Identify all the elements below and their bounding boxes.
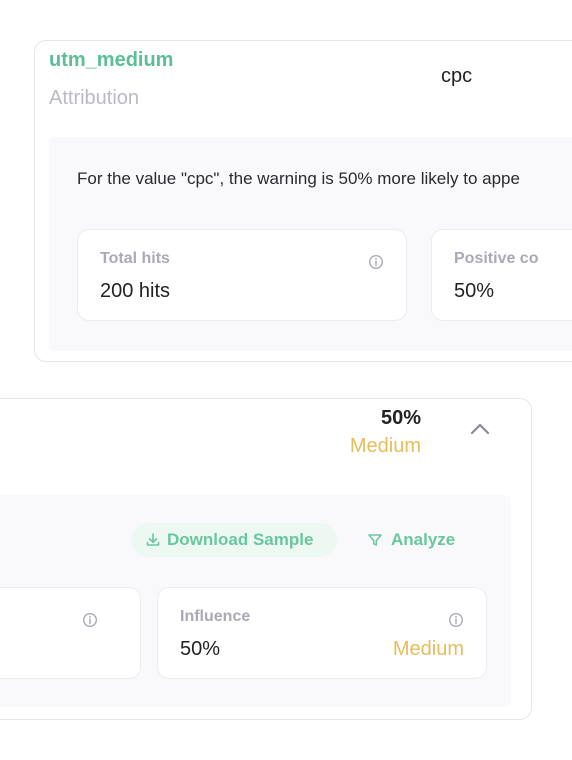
stat-value: 200 hits xyxy=(100,280,171,302)
influence-stat: Influence 50% Medium xyxy=(157,587,487,679)
total-hits-stat: Total hits 200 hits xyxy=(77,229,407,321)
positive-correlation-stat: Positive co 50% xyxy=(431,229,572,321)
field-value: cpc xyxy=(441,65,473,87)
info-icon[interactable] xyxy=(448,612,464,628)
info-icon[interactable] xyxy=(368,254,384,270)
download-sample-button[interactable]: Download Sample xyxy=(131,523,337,557)
level-label: Medium xyxy=(349,435,421,457)
details-panel: For the value "cpc", the warning is 50% … xyxy=(49,137,572,351)
percentage-value: 50% xyxy=(380,407,421,429)
stat-label: Positive co xyxy=(454,250,539,267)
left-stat-card xyxy=(0,587,141,679)
chevron-up-icon[interactable] xyxy=(468,421,492,437)
info-icon[interactable] xyxy=(82,612,98,628)
download-icon xyxy=(146,533,160,546)
field-category: Attribution xyxy=(49,87,140,109)
download-sample-label: Download Sample xyxy=(167,530,314,549)
stat-value: 50% xyxy=(454,280,495,302)
influence-label: Influence xyxy=(180,608,251,625)
result-panel: Download Sample Analyze Influence 50% Me… xyxy=(0,495,511,707)
stat-label: Total hits xyxy=(100,250,170,267)
field-name: utm_medium xyxy=(49,49,174,71)
attribution-card: utm_medium Attribution cpc For the value… xyxy=(34,40,572,362)
result-card[interactable]: 50% Medium Download Sample Analyze Influ… xyxy=(0,398,532,720)
analyze-button[interactable]: Analyze xyxy=(359,523,455,557)
filter-icon xyxy=(368,534,382,546)
influence-level: Medium xyxy=(392,638,464,660)
analyze-label: Analyze xyxy=(391,530,456,549)
insight-description: For the value "cpc", the warning is 50% … xyxy=(77,169,520,188)
influence-value: 50% xyxy=(180,638,221,660)
